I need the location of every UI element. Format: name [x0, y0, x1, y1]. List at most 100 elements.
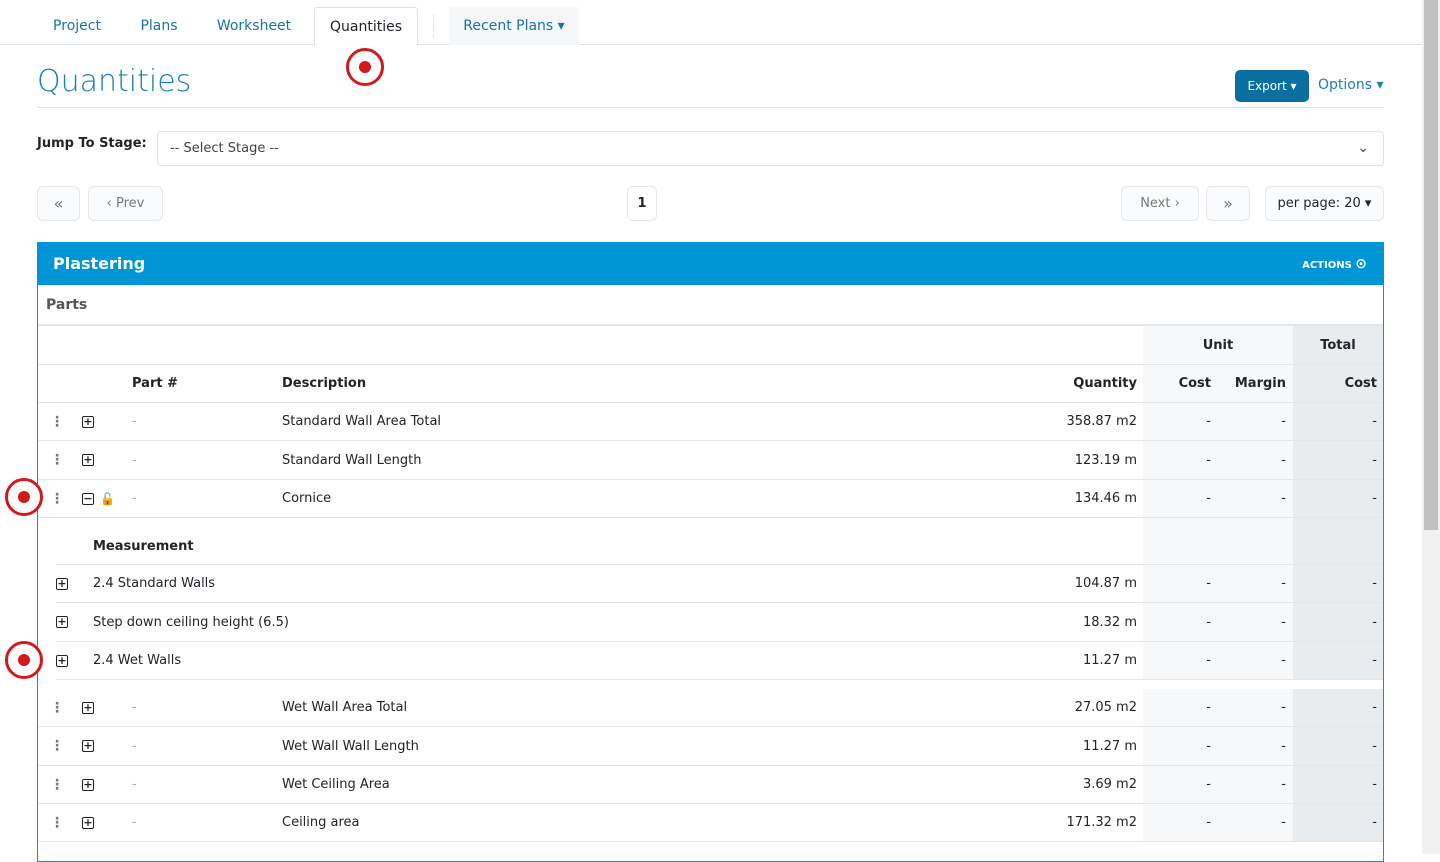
next-page-button[interactable]: Next ›	[1121, 186, 1199, 221]
stage-select[interactable]: -- Select Stage -- ⌄	[157, 131, 1384, 166]
table-row: ⋮ + - Wet Ceiling Area 3.69 m2 - - -	[38, 766, 1383, 804]
scrollbar[interactable]	[1422, 0, 1440, 854]
more-vertical-icon[interactable]: ⋮	[50, 403, 64, 440]
measurement-name: Step down ceiling height (6.5)	[93, 614, 289, 630]
quantity-cell: 27.05 m2	[1074, 700, 1137, 715]
margin-cell: -	[1281, 452, 1286, 468]
measurement-name: 2.4 Standard Walls	[93, 576, 216, 591]
quantity-cell: 104.87 m	[1074, 576, 1137, 591]
tab-plans[interactable]: Plans	[126, 7, 192, 45]
margin-cell: -	[1281, 738, 1286, 754]
total-cost-cell: -	[1372, 815, 1377, 830]
chevron-circle-down-icon: ⊙	[1355, 256, 1367, 272]
table-row: ⋮ − 🔓 - Cornice 134.46 m - - -	[38, 480, 1383, 518]
unit-column-bg	[1143, 518, 1293, 528]
total-cost-cell: -	[1372, 491, 1377, 506]
description-cell: Cornice	[282, 491, 332, 506]
actions-label: ACTIONS	[1302, 260, 1352, 271]
part-number-cell: -	[132, 700, 137, 715]
unlock-icon[interactable]: 🔓	[100, 480, 115, 517]
part-number-cell: -	[132, 491, 137, 506]
margin-cell: -	[1281, 777, 1286, 792]
description-header: Description	[282, 376, 367, 391]
measurement-row: + Step down ceiling height (6.5) 18.32 m - -…	[56, 603, 1383, 642]
total-column-bg	[1293, 518, 1383, 528]
quantity-cell: 3.69 m2	[1082, 777, 1137, 792]
more-vertical-icon[interactable]: ⋮	[50, 689, 64, 726]
unit-cost-cell: -	[1206, 614, 1211, 630]
prev-page-button[interactable]: ‹ Prev	[88, 186, 163, 221]
header-row: Part # Description Quantity Cost Margin Cost	[38, 364, 1383, 403]
quantity-cell: 358.87 m2	[1066, 414, 1137, 429]
page-1-button[interactable]: 1	[627, 186, 657, 221]
more-vertical-icon[interactable]: ⋮	[50, 804, 64, 841]
table-row: ⋮ + - Standard Wall Area Total 358.87 m2 - - -	[38, 403, 1383, 441]
margin-cell: -	[1281, 576, 1286, 591]
expand-icon[interactable]: +	[56, 642, 70, 679]
expand-icon[interactable]: +	[82, 727, 96, 765]
parts-label: Parts	[38, 285, 1383, 326]
description-cell: Standard Wall Area Total	[282, 414, 442, 429]
tab-divider	[433, 15, 434, 37]
unit-cost-cell: -	[1206, 738, 1211, 754]
cost-header: Cost	[1178, 376, 1211, 391]
unit-cost-cell: -	[1206, 700, 1211, 715]
first-page-button[interactable]: «	[37, 186, 80, 221]
divider	[37, 107, 1384, 108]
chevron-down-icon: ⌄	[1357, 140, 1369, 156]
measurement-row: +2.4 Wet Walls 11.27 m - - -	[56, 642, 1383, 680]
jump-to-stage-label: Jump To Stage:	[37, 136, 147, 151]
margin-cell: -	[1281, 491, 1286, 506]
expand-icon[interactable]: +	[82, 403, 96, 440]
more-vertical-icon[interactable]: ⋮	[50, 480, 64, 517]
actions-button[interactable]: ACTIONS ⊙	[1302, 243, 1367, 287]
total-cost-cell: -	[1372, 653, 1377, 668]
unit-column-bg	[1143, 528, 1293, 564]
unit-cost-cell: -	[1206, 414, 1211, 429]
total-cost-header: Cost	[1344, 376, 1377, 391]
page-title: Quantities	[37, 64, 192, 99]
unit-cost-cell: -	[1206, 653, 1211, 668]
total-cost-cell: -	[1372, 452, 1377, 468]
expand-icon[interactable]: +	[56, 565, 70, 602]
unit-cost-cell: -	[1206, 815, 1211, 830]
total-header: Total	[1320, 337, 1356, 353]
click-marker	[346, 48, 384, 86]
quantity-cell: 18.32 m	[1082, 614, 1137, 630]
measurement-label: Measurement	[93, 538, 194, 554]
total-cost-cell: -	[1372, 576, 1377, 591]
options-dropdown[interactable]: Options ▾	[1318, 77, 1384, 93]
tab-recent-plans[interactable]: Recent Plans ▾	[449, 7, 579, 45]
spacer	[38, 518, 1383, 528]
click-marker	[5, 478, 43, 516]
per-page-dropdown[interactable]: per page: 20 ▾	[1265, 186, 1384, 221]
tab-worksheet[interactable]: Worksheet	[204, 7, 304, 45]
quantity-cell: 134.46 m	[1074, 491, 1137, 506]
collapse-icon[interactable]: −	[82, 480, 96, 517]
total-cost-cell: -	[1372, 777, 1377, 792]
expand-icon[interactable]: +	[82, 441, 96, 479]
expand-icon[interactable]: +	[82, 804, 96, 841]
unit-header: Unit	[1202, 337, 1234, 353]
description-cell: Wet Wall Wall Length	[282, 738, 419, 754]
measurement-row: +2.4 Standard Walls 104.87 m - - -	[56, 565, 1383, 603]
tab-project[interactable]: Project	[38, 7, 116, 45]
table-row: ⋮ + - Ceiling area 171.32 m2 - - -	[38, 804, 1383, 842]
expand-icon[interactable]: +	[82, 766, 96, 803]
total-cost-cell: -	[1372, 614, 1377, 630]
quantity-header: Quantity	[1073, 376, 1137, 391]
tab-quantities[interactable]: Quantities	[314, 7, 418, 46]
expand-icon[interactable]: +	[82, 689, 96, 726]
last-page-button[interactable]: »	[1206, 186, 1250, 221]
section-title: Plastering	[53, 254, 146, 273]
export-button[interactable]: Export ▾	[1235, 70, 1309, 102]
more-vertical-icon[interactable]: ⋮	[50, 727, 64, 765]
scrollbar-thumb[interactable]	[1424, 0, 1438, 530]
margin-cell: -	[1281, 414, 1286, 429]
header-row-group: Unit Total	[38, 326, 1383, 364]
total-cost-cell: -	[1372, 700, 1377, 715]
more-vertical-icon[interactable]: ⋮	[50, 766, 64, 803]
unit-cost-cell: -	[1206, 452, 1211, 468]
more-vertical-icon[interactable]: ⋮	[50, 441, 64, 479]
expand-icon[interactable]: +	[56, 603, 70, 641]
